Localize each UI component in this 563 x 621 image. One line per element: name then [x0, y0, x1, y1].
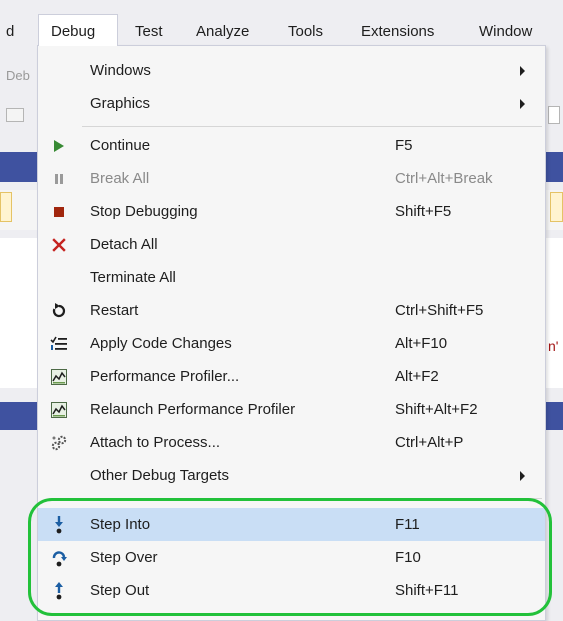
menu-item-shortcut: Ctrl+Alt+P	[395, 434, 464, 451]
relaunch-profiler-icon	[42, 393, 76, 426]
menu-item-label: Stop Debugging	[90, 203, 198, 220]
performance-profiler-icon	[42, 360, 76, 393]
menubar-item-debug[interactable]: Debug	[38, 14, 118, 46]
menu-item-label: Other Debug Targets	[90, 467, 229, 484]
detach-x-icon	[42, 228, 76, 261]
menu-item-apply-code-changes[interactable]: Apply Code Changes Alt+F10	[38, 327, 545, 360]
menu-item-shortcut: F5	[395, 137, 413, 154]
toolbar-dropdown-fragment[interactable]	[548, 106, 560, 124]
menubar-item-window[interactable]: Window	[479, 18, 532, 46]
menu-item-break-all[interactable]: Break All Ctrl+Alt+Break	[38, 162, 545, 195]
menu-item-shortcut: Alt+F2	[395, 368, 439, 385]
menu-item-shortcut: Ctrl+Shift+F5	[395, 302, 484, 319]
annotation-highlight-oval	[28, 498, 552, 616]
menu-item-shortcut: Shift+F5	[395, 203, 452, 220]
menu-item-attach-to-process[interactable]: Attach to Process... Ctrl+Alt+P	[38, 426, 545, 459]
highlighted-field-fragment	[0, 192, 12, 222]
menu-item-label: Continue	[90, 137, 151, 154]
continue-play-icon	[42, 129, 76, 162]
menu-item-label: Apply Code Changes	[90, 335, 232, 352]
apply-code-changes-icon	[42, 327, 76, 360]
menu-separator	[82, 126, 542, 127]
menu-bar: d Debug Test Analyze Tools Extensions Wi…	[0, 0, 563, 46]
menu-item-label: Relaunch Performance Profiler	[90, 401, 296, 418]
pause-icon	[42, 162, 76, 195]
menu-item-label: Detach All	[90, 236, 158, 253]
menu-item-graphics[interactable]: Graphics	[38, 87, 545, 120]
menu-item-continue[interactable]: Continue F5	[38, 129, 545, 162]
menu-item-other-debug-targets[interactable]: Other Debug Targets	[38, 459, 545, 492]
stop-square-icon	[42, 195, 76, 228]
menubar-item-tools[interactable]: Tools	[288, 18, 323, 46]
menu-item-shortcut: Shift+Alt+F2	[395, 401, 478, 418]
menu-item-windows[interactable]: Windows	[38, 54, 545, 87]
menu-item-shortcut: Alt+F10	[395, 335, 448, 352]
menu-item-label: Restart	[90, 302, 139, 319]
menubar-debug-label: Debug	[51, 23, 96, 40]
highlighted-field-fragment-right	[550, 192, 563, 222]
code-fragment-text: n'	[548, 338, 559, 354]
menu-item-relaunch-performance-profiler[interactable]: Relaunch Performance Profiler Shift+Alt+…	[38, 393, 545, 426]
menubar-item-edit-partial[interactable]: d	[6, 18, 14, 46]
submenu-arrow-icon	[520, 66, 525, 76]
menu-item-stop-debugging[interactable]: Stop Debugging Shift+F5	[38, 195, 545, 228]
menu-item-performance-profiler[interactable]: Performance Profiler... Alt+F2	[38, 360, 545, 393]
toolbar-fragment-text: Deb	[6, 68, 30, 83]
menu-item-label: Performance Profiler...	[90, 368, 240, 385]
menu-item-label: Terminate All	[90, 269, 176, 286]
menubar-item-analyze[interactable]: Analyze	[196, 18, 249, 46]
menu-item-label: Graphics	[90, 95, 151, 112]
menu-item-label: Attach to Process...	[90, 434, 221, 451]
toolbar-button-fragment[interactable]	[6, 108, 24, 122]
submenu-arrow-icon	[520, 99, 525, 109]
attach-process-gears-icon	[42, 426, 76, 459]
menu-item-label: Windows	[90, 62, 151, 79]
restart-icon	[42, 294, 76, 327]
menu-item-restart[interactable]: Restart Ctrl+Shift+F5	[38, 294, 545, 327]
submenu-arrow-icon	[520, 471, 525, 481]
menubar-item-test[interactable]: Test	[135, 18, 163, 46]
menu-item-detach-all[interactable]: Detach All	[38, 228, 545, 261]
menu-item-label: Break All	[90, 170, 150, 187]
menubar-item-extensions[interactable]: Extensions	[361, 18, 434, 46]
menu-item-shortcut: Ctrl+Alt+Break	[395, 170, 493, 187]
menu-item-terminate-all[interactable]: Terminate All	[38, 261, 545, 294]
